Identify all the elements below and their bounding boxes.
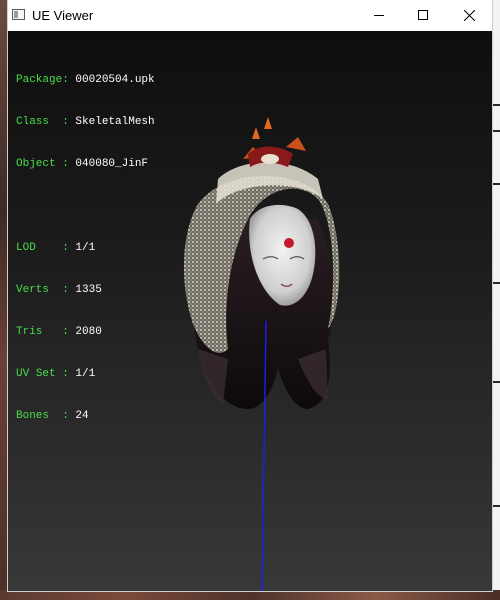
object-label: Object : bbox=[16, 158, 69, 170]
background-window-edge bbox=[492, 0, 500, 600]
close-icon bbox=[464, 10, 475, 21]
mesh-info-overlay: Package: 00020504.upk Class : SkeletalMe… bbox=[16, 45, 155, 451]
class-value: SkeletalMesh bbox=[75, 116, 155, 128]
minimize-icon bbox=[374, 15, 384, 16]
desktop-background-left bbox=[0, 0, 8, 600]
lod-value: 1/1 bbox=[75, 242, 96, 254]
title-bar[interactable]: UE Viewer bbox=[8, 0, 492, 31]
app-window-icon[interactable] bbox=[12, 9, 25, 20]
tris-label: Tris : bbox=[16, 326, 69, 338]
desktop-background-bottom bbox=[0, 590, 500, 600]
uvset-value: 1/1 bbox=[75, 368, 96, 380]
bones-label: Bones : bbox=[16, 410, 69, 422]
skeletal-mesh-render bbox=[183, 117, 340, 409]
package-value: 00020504.upk bbox=[75, 74, 155, 86]
maximize-button[interactable] bbox=[400, 0, 446, 31]
maximize-icon bbox=[418, 10, 428, 20]
object-value: 040080_JinF bbox=[75, 158, 149, 170]
verts-label: Verts : bbox=[16, 284, 69, 296]
3d-viewport[interactable]: Package: 00020504.upk Class : SkeletalMe… bbox=[8, 31, 492, 591]
ue-viewer-window: UE Viewer Package: 00020504.upk Class : … bbox=[8, 0, 492, 591]
bone-axis-line bbox=[261, 321, 267, 591]
bones-value: 24 bbox=[75, 410, 89, 422]
lod-label: LOD : bbox=[16, 242, 69, 254]
tris-value: 2080 bbox=[75, 326, 102, 338]
window-title: UE Viewer bbox=[32, 8, 94, 23]
package-label: Package: bbox=[16, 74, 69, 86]
verts-value: 1335 bbox=[75, 284, 102, 296]
uvset-label: UV Set : bbox=[16, 368, 69, 380]
close-button[interactable] bbox=[446, 0, 492, 31]
class-label: Class : bbox=[16, 116, 69, 128]
minimize-button[interactable] bbox=[356, 0, 402, 31]
